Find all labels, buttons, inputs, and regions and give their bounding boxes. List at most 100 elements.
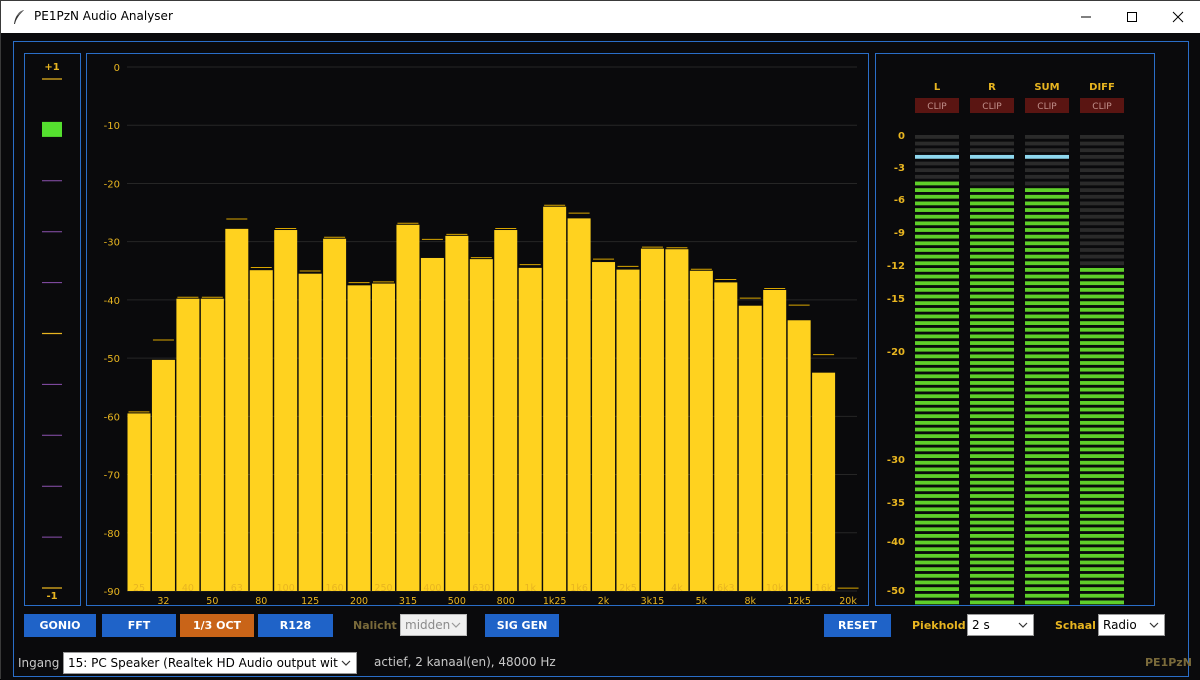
spectrum-bar (616, 269, 640, 591)
sig-gen-button[interactable]: SIG GEN (485, 614, 559, 637)
third-octave-button[interactable]: 1/3 OCT (180, 614, 254, 637)
meter-segment (970, 201, 1014, 206)
spectrum-bar (738, 305, 762, 591)
meter-segment (1080, 394, 1124, 399)
meter-scale-label: -6 (894, 195, 905, 206)
piekhold-label: Piekhold (912, 619, 966, 632)
meter-segment (915, 507, 959, 512)
correlation-top-label: +1 (44, 62, 59, 73)
r128-button[interactable]: R128 (258, 614, 333, 637)
meter-segment (1080, 194, 1124, 199)
meter-segment (1025, 414, 1069, 419)
meter-segment (1025, 228, 1069, 232)
meter-segment (1080, 540, 1124, 545)
meter-segment (970, 587, 1014, 591)
meter-segment (915, 587, 959, 591)
meter-segment (1080, 341, 1124, 345)
meter-scale-label: -30 (887, 455, 905, 466)
meter-segment (970, 281, 1014, 286)
ingang-select[interactable]: 15: PC Speaker (Realtek HD Audio output … (63, 652, 357, 674)
schaal-select[interactable]: Radio (1098, 614, 1165, 636)
meter-segment (915, 407, 959, 412)
meter-segment (970, 228, 1014, 232)
meter-segment (915, 440, 959, 445)
meter-channel-label: R (988, 82, 996, 93)
nalicht-label: Nalicht (353, 619, 397, 632)
meter-segment (970, 208, 1014, 212)
reset-button[interactable]: RESET (824, 614, 891, 637)
gonio-button[interactable]: GONIO (24, 614, 96, 637)
spectrum-bar (763, 289, 787, 591)
piekhold-select[interactable]: 2 s (967, 614, 1034, 636)
meter-segment (970, 354, 1014, 359)
meter-segment (1025, 480, 1069, 485)
x-tick-label: 2k5 (619, 583, 637, 594)
spectrum-bar (812, 372, 836, 591)
x-tick-label: 16k (815, 583, 833, 594)
x-tick-label: 8k (744, 596, 756, 606)
clip-label: CLIP (982, 102, 1002, 112)
feather-icon (14, 10, 24, 24)
meter-segment (1025, 401, 1069, 405)
close-button[interactable] (1155, 1, 1200, 33)
meter-segment (1025, 420, 1069, 425)
meter-segment (1025, 474, 1069, 478)
nalicht-select[interactable]: midden (400, 614, 467, 636)
meter-segment (1080, 520, 1124, 525)
meter-segment (970, 194, 1014, 199)
minimize-icon (1081, 16, 1091, 18)
spectrum-bar (787, 320, 811, 591)
meter-segment (970, 268, 1014, 272)
meter-segment (1025, 520, 1069, 525)
meter-segment (915, 228, 959, 232)
x-tick-label: 315 (399, 596, 417, 606)
fft-button[interactable]: FFT (102, 614, 176, 637)
meter-segment (970, 347, 1014, 352)
meter-segment (915, 294, 959, 299)
title-bar[interactable]: PE1PzN Audio Analyser (1, 1, 1200, 33)
meter-segment (970, 454, 1014, 458)
meter-segment (970, 341, 1014, 345)
meter-segment (970, 600, 1014, 605)
meter-segment (915, 307, 959, 312)
meter-segment (1080, 154, 1124, 159)
meter-segment (1080, 314, 1124, 319)
meter-segment (970, 560, 1014, 565)
meter-segment (970, 214, 1014, 219)
meter-segment (1080, 347, 1124, 352)
correlation-indicator (42, 121, 62, 137)
meter-segment (1080, 181, 1124, 186)
meter-segment (915, 467, 959, 472)
meter-segment (915, 454, 959, 458)
spectrum-bar (665, 249, 689, 592)
meter-segment (915, 221, 959, 226)
meter-segment (1080, 141, 1124, 146)
meter-segment (1080, 507, 1124, 512)
meter-segment (915, 527, 959, 532)
spectrum-bar (494, 230, 518, 591)
x-tick-label: 1k25 (543, 596, 567, 606)
meter-segment (970, 161, 1014, 166)
meter-segment (970, 374, 1014, 379)
meter-scale-label: 0 (898, 131, 905, 142)
meter-segment (1025, 154, 1069, 159)
y-tick-label: -40 (104, 296, 120, 307)
meter-segment (915, 281, 959, 286)
meter-segment (1025, 454, 1069, 458)
meter-segment (1080, 407, 1124, 412)
chevron-down-icon (1018, 622, 1028, 628)
meter-segment (970, 261, 1014, 266)
meter-segment (1025, 188, 1069, 192)
meter-segment (1080, 214, 1124, 219)
meter-segment (970, 381, 1014, 385)
meter-segment (970, 487, 1014, 492)
meter-segment (970, 321, 1014, 325)
meter-scale-label: -3 (894, 163, 905, 174)
meter-segment (915, 374, 959, 379)
meter-segment (1025, 514, 1069, 518)
meter-segment (1080, 560, 1124, 565)
maximize-button[interactable] (1109, 1, 1155, 33)
minimize-button[interactable] (1063, 1, 1109, 33)
meter-segment (1025, 201, 1069, 206)
meter-segment (1025, 141, 1069, 146)
